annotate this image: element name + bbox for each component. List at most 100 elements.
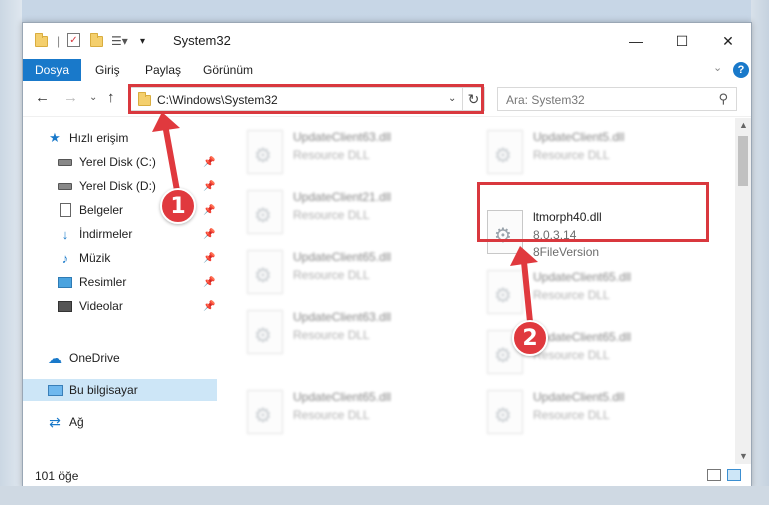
file-item[interactable]: UpdateClient5.dll Resource DLL [483, 124, 713, 180]
properties-icon[interactable]: ✓ [67, 33, 80, 47]
details-view-icon[interactable] [707, 469, 721, 481]
file-name: UpdateClient5.dll [533, 130, 625, 144]
file-name: UpdateClient63.dll [293, 310, 392, 324]
background-left [0, 0, 22, 505]
dll-file-icon [487, 130, 523, 174]
file-name: UpdateClient21.dll [293, 190, 392, 204]
computer-icon [47, 383, 63, 397]
sidebar-item-videos[interactable]: Videolar 📌 [23, 295, 217, 317]
recent-locations-icon[interactable]: ⌄ [89, 92, 97, 103]
network-icon: ⇄ [49, 413, 61, 430]
window-title: System32 [173, 33, 231, 48]
file-description: Resource DLL [293, 208, 370, 222]
maximize-button[interactable]: ☐ [659, 23, 705, 59]
search-icon[interactable]: ⚲ [718, 91, 728, 107]
file-item[interactable]: UpdateClient65.dll Resource DLL [243, 244, 473, 300]
sidebar-item-quick-access[interactable]: ★ Hızlı erişim [23, 127, 217, 149]
file-name: UpdateClient5.dll [533, 390, 625, 404]
file-description: Resource DLL [533, 408, 610, 422]
close-button[interactable]: ✕ [705, 23, 751, 59]
sidebar-item-label: İndirmeler [79, 227, 133, 241]
dll-file-icon [247, 130, 283, 174]
file-item[interactable]: UpdateClient5.dll Resource DLL [483, 384, 713, 440]
step-marker-2: 2 [512, 320, 548, 356]
star-icon: ★ [49, 130, 61, 145]
file-description: Resource DLL [293, 328, 370, 342]
sidebar-item-this-pc[interactable]: Bu bilgisayar [23, 379, 217, 401]
scroll-down-icon[interactable]: ▼ [739, 451, 748, 461]
sidebar-item-label: OneDrive [69, 351, 120, 365]
tab-view[interactable]: Görünüm [203, 63, 253, 77]
scroll-thumb[interactable] [738, 136, 748, 186]
tab-share[interactable]: Paylaş [145, 63, 181, 77]
scroll-up-icon[interactable]: ▲ [739, 120, 748, 130]
file-list: UpdateClient63.dll Resource DLL UpdateCl… [219, 118, 735, 464]
up-arrow-icon[interactable]: ↑ [107, 89, 115, 106]
customize-toolbar-icon[interactable]: ☰▾ [111, 33, 128, 49]
dll-file-icon [487, 390, 523, 434]
ribbon-tabs: Dosya Giriş Paylaş Görünüm ⌄ ? [23, 59, 751, 81]
file-item[interactable]: UpdateClient63.dll Resource DLL [243, 124, 473, 180]
help-icon[interactable]: ? [733, 62, 749, 78]
file-name: UpdateClient65.dll [293, 390, 392, 404]
dll-file-icon [247, 250, 283, 294]
sidebar-item-label: Belgeler [79, 203, 124, 217]
file-item[interactable]: UpdateClient65.dll Resource DLL [483, 264, 713, 320]
item-count: 101 öğe [35, 469, 79, 483]
file-item[interactable]: UpdateClient63.dll Resource DLL [243, 304, 473, 360]
sidebar-item-label: Bu bilgisayar [69, 383, 138, 397]
sidebar-item-disk-c[interactable]: Yerel Disk (C:) 📌 [23, 151, 217, 173]
new-folder-icon[interactable] [90, 32, 103, 49]
background-right [751, 0, 769, 505]
sidebar-item-label: Yerel Disk (D:) [79, 179, 156, 193]
sidebar-item-label: Ağ [69, 415, 84, 429]
file-name: UpdateClient63.dll [293, 130, 392, 144]
sidebar-item-music[interactable]: ♪ Müzik 📌 [23, 247, 217, 269]
file-description: Resource DLL [293, 268, 370, 282]
tiles-view-icon[interactable] [727, 469, 741, 481]
drive-icon [57, 155, 73, 169]
pin-icon[interactable]: 📌 [203, 229, 215, 240]
sidebar-item-label: Hızlı erişim [69, 131, 129, 145]
file-name: UpdateClient65.dll [293, 250, 392, 264]
pin-icon[interactable]: 📌 [203, 277, 215, 288]
back-arrow-icon[interactable]: ← [35, 89, 50, 106]
sidebar-item-onedrive[interactable]: ☁ OneDrive [23, 347, 217, 369]
file-description: Resource DLL [293, 148, 370, 162]
file-description: Resource DLL [533, 288, 610, 302]
chevron-down-icon[interactable]: ⌄ [713, 61, 722, 74]
vertical-scrollbar[interactable]: ▲ ▼ [735, 118, 751, 464]
pin-icon[interactable]: 📌 [203, 205, 215, 216]
navigation-pane: ★ Hızlı erişim Yerel Disk (C:) 📌 Yerel D… [23, 118, 217, 464]
sidebar-item-label: Müzik [79, 251, 111, 265]
minimize-button[interactable]: — [613, 23, 659, 59]
pin-icon[interactable]: 📌 [203, 301, 215, 312]
file-description: 8FileVersion [533, 245, 600, 259]
tab-file[interactable]: Dosya [23, 59, 81, 81]
pin-icon[interactable]: 📌 [203, 253, 215, 264]
dll-file-icon [247, 310, 283, 354]
file-highlight [477, 182, 709, 242]
videos-icon [57, 299, 73, 313]
title-bar: | ✓ ☰▾ ▾ System32 — ☐ ✕ [23, 23, 751, 59]
dll-file-icon [487, 270, 523, 314]
address-bar-highlight [128, 84, 484, 114]
file-item[interactable]: UpdateClient21.dll Resource DLL [243, 184, 473, 240]
search-box[interactable]: Ara: System32 ⚲ [497, 87, 737, 111]
pin-icon[interactable]: 📌 [203, 157, 215, 168]
sidebar-item-pictures[interactable]: Resimler 📌 [23, 271, 217, 293]
search-placeholder: Ara: System32 [506, 93, 585, 107]
forward-arrow-icon[interactable]: → [63, 89, 78, 106]
pictures-icon [57, 275, 73, 289]
tab-home[interactable]: Giriş [95, 63, 120, 77]
download-icon: ↓ [61, 226, 69, 242]
sidebar-item-network[interactable]: ⇄ Ağ [23, 411, 217, 433]
chevron-down-icon[interactable]: ▾ [140, 33, 145, 49]
file-item[interactable]: UpdateClient65.dll Resource DLL [243, 384, 473, 440]
cloud-icon: ☁ [48, 349, 62, 366]
background-bottom [0, 486, 769, 505]
pin-icon[interactable]: 📌 [203, 181, 215, 192]
music-icon: ♪ [61, 250, 69, 266]
sidebar-item-downloads[interactable]: ↓ İndirmeler 📌 [23, 223, 217, 245]
file-description: Resource DLL [293, 408, 370, 422]
